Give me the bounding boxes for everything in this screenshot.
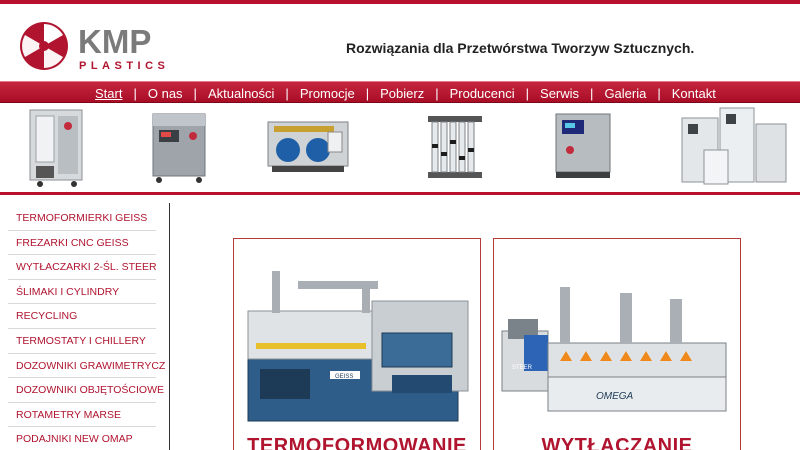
nav-link-producenci[interactable]: Producenci [450,86,515,101]
thermoforming-machine-label: GEISS [335,374,353,380]
sidebar-item[interactable]: RECYCLING [8,304,156,329]
header: KMP PLASTICS Rozwiązania dla Przetwórstw… [0,4,800,81]
thermoforming-machine-image[interactable]: GEISS [242,271,474,427]
nav-link-kontakt[interactable]: Kontakt [672,86,716,101]
strip-bottom-line [0,192,800,195]
extrusion-card[interactable]: OMEGA STEER WYTŁACZANIE [493,238,741,450]
nav-link-aktualno-ci[interactable]: Aktualności [208,86,274,101]
product-image-strip [0,104,800,192]
nav-separator: | [590,85,594,101]
nav-separator: | [365,85,370,101]
nav-separator: | [657,85,661,101]
nav-separator: | [193,85,197,101]
site-tagline: Rozwiązania dla Przetwórstwa Tworzyw Szt… [346,40,695,56]
nav-link-o-nas[interactable]: O nas [148,86,183,101]
sidebar-item[interactable]: ŚLIMAKI I CYLINDRY [8,280,156,305]
sidebar-item[interactable]: TERMOFORMIERKI GEISS [8,206,156,231]
nav-link-start[interactable]: Start [95,86,122,101]
sidebar-item[interactable]: PODAJNIKI NEW OMAP [8,427,156,450]
thermoforming-card[interactable]: GEISS TERMOFORMOWANIE [233,238,481,450]
nav-separator: | [525,85,530,101]
logo-brand-text: KMP [78,23,151,60]
nav-separator: | [133,85,137,101]
nav-link-galeria[interactable]: Galeria [604,86,646,101]
logo-sub-text: PLASTICS [79,60,169,72]
nav-link-serwis[interactable]: Serwis [540,86,579,101]
chiller-unit-image[interactable] [22,104,92,192]
extrusion-machine-label: STEER [512,365,533,371]
sidebar-item[interactable]: DOZOWNIKI OBJĘTOŚCIOWE [8,378,164,403]
sidebar-divider [169,203,170,450]
sidebar-item[interactable]: DOZOWNIKI GRAWIMETRYCZ [8,354,165,379]
rotameter-manifold-image[interactable] [424,104,486,192]
nav-link-promocje[interactable]: Promocje [300,86,355,101]
sidebar-item[interactable]: FREZARKI CNC GEISS [8,231,156,256]
main-navigation: Start | O nas | Aktualności | Promocje | Pobierz… [0,81,800,103]
product-category-menu: TERMOFORMIERKI GEISS FREZARKI CNC GEISS WY… [8,206,165,450]
extrusion-machine-model: OMEGA [596,391,634,402]
sidebar-item[interactable]: WYTŁACZARKI 2-ŚL. STEER [8,255,157,280]
extrusion-machine-image[interactable]: OMEGA STEER [500,273,736,429]
nav-link-pobierz[interactable]: Pobierz [380,86,424,101]
pump-unit-image[interactable] [262,104,354,192]
thermoforming-card-title[interactable]: TERMOFORMOWANIE [234,435,480,450]
kmp-logo[interactable]: KMP PLASTICS [18,18,188,74]
sidebar-item[interactable]: TERMOSTATY I CHILLERY [8,329,156,354]
extrusion-card-title[interactable]: WYTŁACZANIE [494,435,740,450]
industrial-chillers-image[interactable] [676,104,790,192]
thermostat-image[interactable] [548,104,618,192]
nav-menu: Start | O nas | Aktualności | Promocje | Pobierz… [95,85,716,101]
temperature-controller-image[interactable] [145,104,215,192]
nav-separator: | [285,85,289,101]
nav-separator: | [435,85,439,101]
sidebar-item[interactable]: ROTAMETRY MARSE [8,403,156,428]
page: KMP PLASTICS Rozwiązania dla Przetwórstw… [0,0,800,450]
